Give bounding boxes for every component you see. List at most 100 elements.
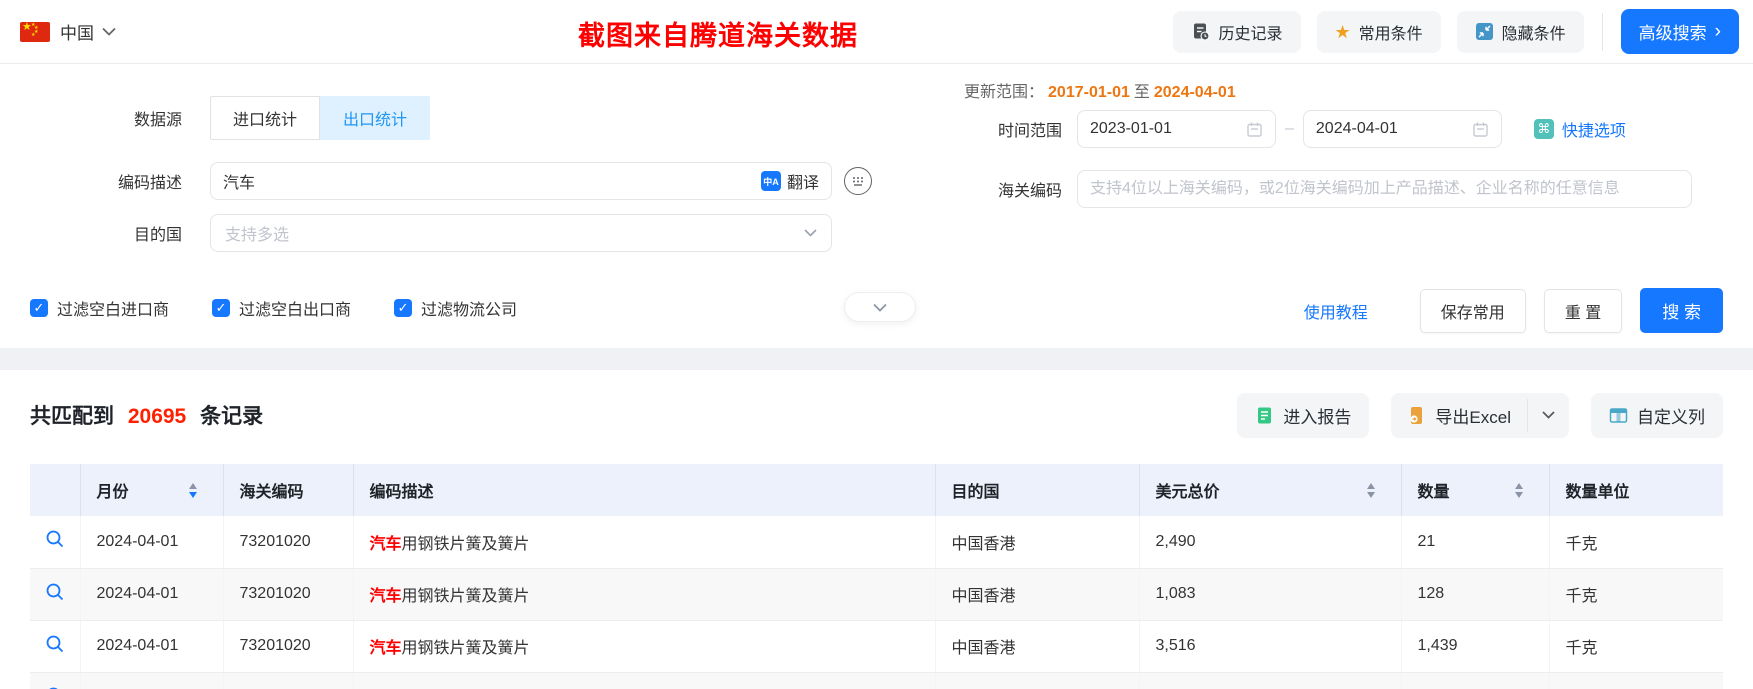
hide-conditions-button[interactable]: 隐藏条件 [1456,10,1584,53]
row-detail-button[interactable] [30,516,81,569]
tab-export-stats[interactable]: 出口统计 [320,96,431,140]
cell-usd-total: 644 [1139,672,1402,689]
cell-unit: 千克 [1549,672,1723,689]
cell-quantity: 128 [1401,568,1550,621]
header-month-label: 月份 [96,484,129,501]
cell-unit: 千克 [1549,516,1723,569]
sort-icon [1514,482,1523,498]
quick-options-button[interactable]: ⌘ 快捷选项 [1533,117,1626,141]
results-section: 共匹配到 20695 条记录 进入报告 导出Excel 自定义列 月份 海关编码… [0,392,1753,689]
table-row: 2024-04-01 73201020 汽车用钢铁片簧及簧片 印度 644 26… [30,672,1723,689]
update-range-note: 更新范围： 2017-01-01 至 2024-04-01 [964,78,1723,102]
translate-button[interactable]: 中A 翻译 [760,169,819,193]
time-range-label: 时间范围 [997,123,1062,140]
hide-conditions-label: 隐藏条件 [1501,25,1566,43]
code-description-input[interactable] [223,172,761,190]
results-table: 月份 海关编码 编码描述 目的国 美元总价 数量 数量单位 2024-04-01… [30,464,1723,689]
keyword-highlight: 汽车 [369,640,402,657]
sort-icon [188,482,197,498]
hs-code-input[interactable] [1090,180,1679,198]
cell-usd-total: 1,083 [1139,568,1402,621]
reset-button[interactable]: 重 置 [1543,288,1623,333]
filter-logistics[interactable]: ✓ 过滤物流公司 [394,296,517,320]
advanced-search-button[interactable]: 高级搜索 › [1620,9,1739,54]
keyword-highlight: 汽车 [369,588,402,605]
header-month[interactable]: 月份 [80,464,224,516]
start-date-value: 2023-01-01 [1090,120,1172,137]
collapse-form-button[interactable] [844,292,916,322]
advanced-search-label: 高级搜索 [1638,24,1707,43]
cell-usd-total: 2,490 [1139,516,1402,569]
customize-columns-label: 自定义列 [1637,407,1705,427]
table-row: 2024-04-01 73201020 汽车用钢铁片簧及簧片 中国香港 1,08… [30,568,1723,621]
header-usd-total[interactable]: 美元总价 [1139,464,1402,516]
start-date-input[interactable]: 2023-01-01 [1077,110,1276,148]
hs-code-field [1077,170,1692,208]
header-detail-column [30,464,81,516]
cell-description: 汽车用钢铁片簧及簧片 [353,516,936,569]
cell-quantity: 1,439 [1401,620,1550,673]
header-unit: 数量单位 [1549,464,1723,516]
excel-export-icon [1410,406,1423,424]
tutorial-link[interactable]: 使用教程 [1304,299,1368,323]
table-row: 2024-04-01 73201020 汽车用钢铁片簧及簧片 中国香港 3,51… [30,620,1723,673]
keyboard-icon[interactable] [844,167,872,195]
cell-destination: 印度 [935,672,1140,689]
translate-icon: 中A [760,171,781,191]
section-divider [0,348,1753,370]
star-icon: ★ [1334,21,1351,42]
results-count: 20695 [127,405,187,428]
cell-hs-code: 73201020 [223,672,354,689]
header-quantity-label: 数量 [1417,484,1450,501]
divider [1601,12,1603,51]
country-selector[interactable]: ★ ★ ★ ★ ★ 中国 [20,19,116,44]
description-rest: 用钢铁片簧及簧片 [401,588,530,605]
date-separator: – [1285,120,1294,137]
magnifier-icon [48,687,58,689]
checkbox-checked-icon: ✓ [30,299,48,317]
history-icon [1194,23,1211,41]
form-right-column: 更新范围： 2017-01-01 至 2024-04-01 时间范围 2023-01-… [930,70,1723,252]
end-date-value: 2024-04-01 [1315,120,1398,137]
filter-blank-importer[interactable]: ✓ 过滤空白进口商 [30,296,169,320]
table-row: 2024-04-01 73201020 汽车用钢铁片簧及簧片 中国香港 2,49… [30,516,1723,569]
tab-import-stats[interactable]: 进口统计 [210,96,321,140]
results-summary: 共匹配到 20695 条记录 [30,400,263,430]
export-excel-button[interactable]: 导出Excel [1391,393,1527,438]
destination-select[interactable]: 支持多选 [210,214,832,252]
summary-suffix: 条记录 [200,405,264,428]
filter-label: 过滤物流公司 [421,302,518,319]
favorites-button[interactable]: ★ 常用条件 [1316,10,1441,53]
history-button[interactable]: 历史记录 [1173,10,1301,53]
search-button[interactable]: 搜 索 [1640,288,1723,333]
customize-columns-button[interactable]: 自定义列 [1591,392,1723,438]
header-hs-code: 海关编码 [223,464,354,516]
end-date-input[interactable]: 2024-04-01 [1302,110,1502,148]
cell-unit: 千克 [1549,568,1723,621]
favorites-button-label: 常用条件 [1358,25,1423,43]
enter-report-label: 进入报告 [1283,407,1352,427]
header-quantity[interactable]: 数量 [1401,464,1550,516]
row-detail-button[interactable] [30,620,81,673]
filter-blank-exporter[interactable]: ✓ 过滤空白出口商 [212,296,351,320]
translate-label: 翻译 [786,175,819,192]
filter-label: 过滤空白出口商 [239,302,352,319]
checkbox-checked-icon: ✓ [394,299,413,317]
row-detail-button[interactable] [30,672,81,689]
cell-quantity: 21 [1401,516,1550,569]
form-actions: 使用教程 保存常用 重 置 搜 索 [1304,288,1723,333]
save-common-button[interactable]: 保存常用 [1419,288,1526,333]
cell-destination: 中国香港 [935,516,1140,569]
cell-hs-code: 73201020 [223,516,354,569]
row-detail-button[interactable] [30,568,81,621]
search-form: 数据源 进口统计 出口统计 编码描述 中A 翻译 目的国 [0,64,1753,348]
keyword-highlight: 汽车 [369,535,402,553]
enter-report-button[interactable]: 进入报告 [1237,392,1370,438]
update-range-to: 至 [1133,84,1150,101]
header-usd-total-label: 美元总价 [1155,484,1220,501]
cell-month: 2024-04-01 [80,516,224,569]
code-description-field: 中A 翻译 [210,162,832,200]
collapse-icon [1475,23,1493,40]
export-split-button: 导出Excel [1391,392,1569,438]
export-options-button[interactable] [1528,393,1569,438]
